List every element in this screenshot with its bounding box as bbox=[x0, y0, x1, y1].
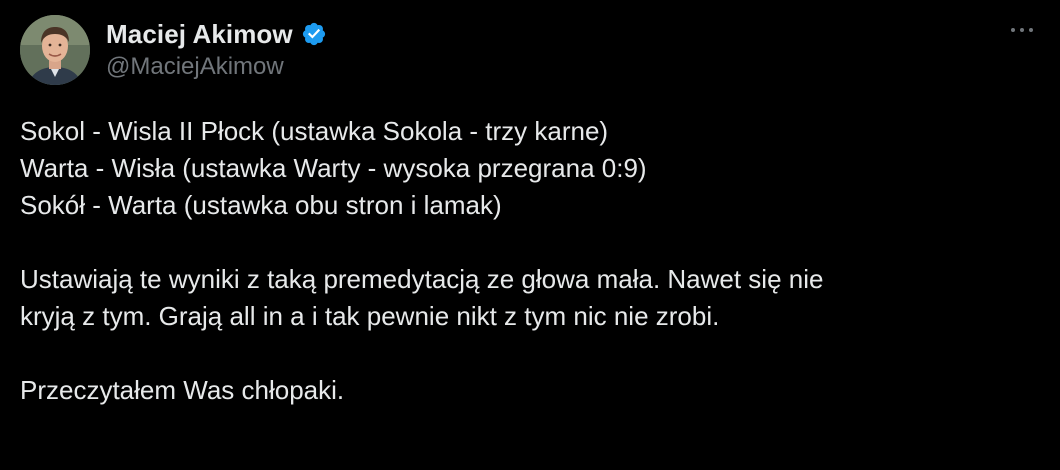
tweet-line: Warta - Wisła (ustawka Warty - wysoka pr… bbox=[20, 153, 647, 183]
author-names: Maciej Akimow @MaciejAkimow bbox=[106, 17, 327, 83]
tweet-line: Sokol - Wisla II Płock (ustawka Sokola -… bbox=[20, 116, 609, 146]
tweet-header: Maciej Akimow @MaciejAkimow bbox=[20, 14, 327, 86]
tweet-line: Sokół - Warta (ustawka obu stron i lamak… bbox=[20, 190, 502, 220]
person-avatar-icon bbox=[20, 15, 90, 85]
tweet-card: Maciej Akimow @MaciejAkimow Sokol - Wisl… bbox=[0, 0, 1060, 470]
more-horizontal-icon bbox=[1020, 28, 1024, 32]
more-options-button[interactable] bbox=[1000, 16, 1044, 44]
avatar[interactable] bbox=[20, 15, 90, 85]
tweet-line: Ustawiają te wyniki z taką premedytacją … bbox=[20, 264, 824, 294]
more-horizontal-icon bbox=[1029, 28, 1033, 32]
tweet-text: Sokol - Wisla II Płock (ustawka Sokola -… bbox=[20, 113, 1040, 409]
name-row: Maciej Akimow bbox=[106, 17, 327, 51]
tweet-line: kryją z tym. Grają all in a i tak pewnie… bbox=[20, 301, 720, 331]
author-display-name[interactable]: Maciej Akimow bbox=[106, 19, 293, 50]
author-handle[interactable]: @MaciejAkimow bbox=[106, 51, 327, 83]
verified-badge-icon[interactable] bbox=[301, 21, 327, 47]
more-horizontal-icon bbox=[1011, 28, 1015, 32]
tweet-line: Przeczytałem Was chłopaki. bbox=[20, 375, 345, 405]
